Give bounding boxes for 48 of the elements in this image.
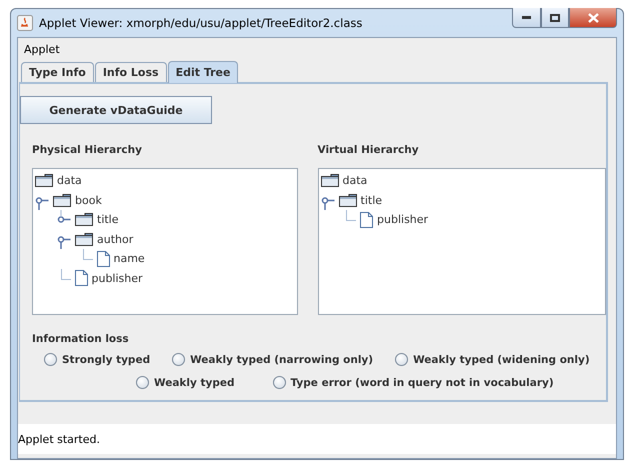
window-title: Applet Viewer: xmorph/edu/usu/applet/TreeEditor2.class — [39, 16, 364, 30]
tree-connector-icon — [346, 210, 356, 221]
tree-node[interactable]: publisher — [92, 272, 143, 285]
radio-button[interactable] — [136, 376, 149, 389]
radio-button[interactable] — [44, 353, 57, 366]
folder-icon — [338, 194, 357, 207]
tree-node[interactable]: title — [360, 194, 382, 207]
tree-node[interactable]: title — [97, 213, 119, 226]
tree-node[interactable]: author — [97, 232, 134, 246]
file-icon — [96, 250, 110, 267]
status-text: Applet started. — [18, 432, 100, 446]
tree-node[interactable]: book — [75, 194, 102, 207]
file-icon — [360, 212, 374, 228]
tree-node[interactable]: data — [57, 174, 82, 188]
file-icon — [74, 270, 88, 286]
close-icon — [588, 12, 598, 22]
tab[interactable]: Edit Tree — [168, 61, 238, 83]
tree-node[interactable]: publisher — [377, 213, 428, 226]
generate-button[interactable]: Generate vDataGuide — [20, 96, 212, 124]
radio-button[interactable] — [272, 376, 286, 389]
java-cup-icon — [17, 15, 33, 31]
radio-option[interactable]: Strongly typed — [44, 353, 150, 366]
maximize-button[interactable] — [541, 8, 569, 28]
radio-option[interactable]: Weakly typed (narrowing only) — [172, 353, 374, 366]
folder-icon — [35, 174, 53, 188]
tree-heading: Physical Hierarchy — [32, 144, 143, 156]
tab[interactable]: Type Info — [21, 62, 94, 82]
radio-option[interactable]: Weakly typed — [136, 376, 235, 389]
folder-icon — [75, 232, 93, 246]
minimize-icon — [522, 16, 531, 19]
tree-node[interactable]: data — [342, 174, 368, 188]
minimize-button[interactable] — [512, 8, 541, 28]
radio-button[interactable] — [172, 353, 186, 366]
folder-icon — [320, 174, 339, 188]
tree-heading: Virtual Hierarchy — [318, 144, 420, 156]
folder-icon — [53, 194, 71, 207]
radio-option[interactable]: Weakly typed (widening only) — [395, 353, 590, 366]
folder-icon — [75, 213, 93, 226]
tab[interactable]: Info Loss — [94, 62, 167, 82]
tree-node[interactable]: name — [114, 252, 145, 266]
radio-button[interactable] — [395, 353, 408, 366]
tree-connector-icon — [60, 268, 70, 280]
tree-connector-icon — [82, 249, 92, 260]
close-button[interactable] — [569, 8, 617, 28]
menu-item[interactable]: Applet — [24, 42, 60, 56]
section-heading: Information loss — [32, 333, 130, 345]
maximize-icon — [550, 14, 560, 22]
radio-option[interactable]: Type error (word in query not in vocabulary) — [272, 376, 554, 389]
